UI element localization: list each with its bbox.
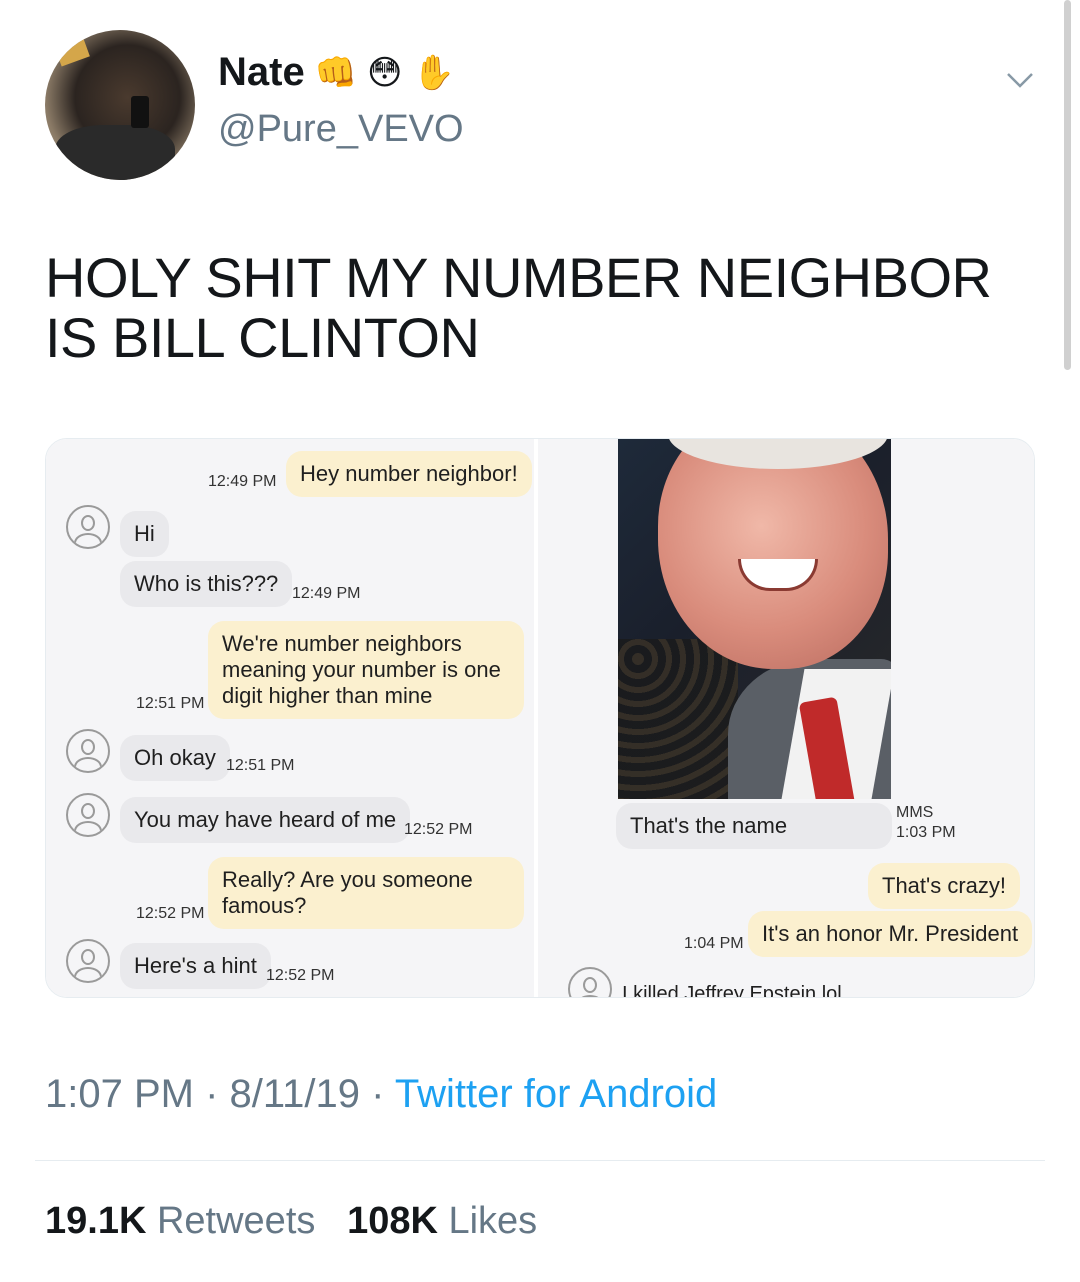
contact-icon bbox=[568, 967, 612, 997]
chevron-down-icon[interactable] bbox=[1002, 62, 1038, 98]
timestamp: 12:49 PM bbox=[292, 585, 361, 602]
message-received: Hi bbox=[120, 511, 169, 557]
likes-label: Likes bbox=[448, 1200, 538, 1242]
clinton-photo[interactable] bbox=[618, 439, 891, 799]
message-received: I killed Jeffrey Epstein lol bbox=[622, 983, 842, 998]
avatar-shirt bbox=[55, 125, 175, 180]
message-sent: That's crazy! bbox=[868, 863, 1021, 909]
message-received: Here's a hint bbox=[120, 943, 271, 989]
tweet-text: HOLY SHIT MY NUMBER NEIGHBOR IS BILL CLI… bbox=[45, 246, 992, 370]
timestamp: 12:52 PM bbox=[404, 821, 473, 838]
likes-stat[interactable]: 108K Likes bbox=[347, 1200, 537, 1242]
screenshot-left[interactable]: 12:49 PM Hey number neighbor! Hi Who is … bbox=[46, 439, 534, 997]
tweet-media[interactable]: 12:49 PM Hey number neighbor! Hi Who is … bbox=[45, 438, 1035, 998]
timestamp: 12:51 PM bbox=[136, 695, 205, 712]
retweets-count: 19.1K bbox=[45, 1200, 147, 1242]
message-received: Who is this??? bbox=[120, 561, 293, 607]
mms-label: MMS bbox=[896, 804, 934, 821]
message-sent: Really? Are you someone famous? bbox=[208, 857, 524, 929]
message-received: You may have heard of me bbox=[120, 797, 411, 843]
timestamp: 1:04 PM bbox=[684, 935, 744, 952]
separator: · bbox=[371, 1072, 385, 1116]
timestamp: 12:52 PM bbox=[136, 905, 205, 922]
contact-icon bbox=[66, 729, 110, 773]
contact-icon bbox=[66, 939, 110, 983]
tweet-meta: 1:07 PM · 8/11/19 · Twitter for Android bbox=[45, 1072, 717, 1117]
message-sent: It's an honor Mr. President bbox=[748, 911, 1033, 957]
tweet-date: 8/11/19 bbox=[229, 1072, 361, 1116]
flushed-emoji-icon: 😳 bbox=[367, 53, 403, 92]
message-sent: Hey number neighbor! bbox=[286, 451, 532, 497]
source-link[interactable]: Twitter for Android bbox=[395, 1072, 717, 1116]
likes-count: 108K bbox=[347, 1200, 438, 1242]
tweet-stats: 19.1K Retweets 108K Likes bbox=[45, 1200, 537, 1243]
scrollbar[interactable] bbox=[1064, 0, 1071, 370]
raised-hand-emoji-icon: ✋ bbox=[412, 53, 455, 92]
display-name[interactable]: Nate bbox=[218, 50, 305, 95]
user-handle[interactable]: @Pure_VEVO bbox=[218, 108, 464, 151]
message-sent: We're number neighbors meaning your numb… bbox=[208, 621, 524, 719]
fist-emoji-icon: 👊 bbox=[314, 53, 358, 92]
tweet-time: 1:07 PM bbox=[45, 1072, 194, 1116]
retweets-stat[interactable]: 19.1K Retweets bbox=[45, 1200, 315, 1242]
divider bbox=[35, 1160, 1045, 1161]
name-row: Nate 👊 😳 ✋ bbox=[218, 50, 455, 95]
contact-icon bbox=[66, 505, 110, 549]
timestamp: 12:49 PM bbox=[208, 473, 277, 490]
timestamp: 12:52 PM bbox=[266, 967, 335, 984]
message-received: That's the name bbox=[616, 803, 892, 849]
separator: · bbox=[205, 1072, 219, 1116]
retweets-label: Retweets bbox=[156, 1200, 316, 1242]
avatar-phone bbox=[131, 96, 149, 128]
message-received: Oh okay bbox=[120, 735, 230, 781]
screenshot-right[interactable]: That's the name MMS 1:03 PM That's crazy… bbox=[538, 439, 1034, 998]
timestamp: 12:51 PM bbox=[226, 757, 295, 774]
avatar-background-detail bbox=[54, 35, 90, 67]
timestamp: 1:03 PM bbox=[896, 824, 956, 841]
contact-icon bbox=[66, 793, 110, 837]
avatar[interactable] bbox=[45, 30, 195, 180]
